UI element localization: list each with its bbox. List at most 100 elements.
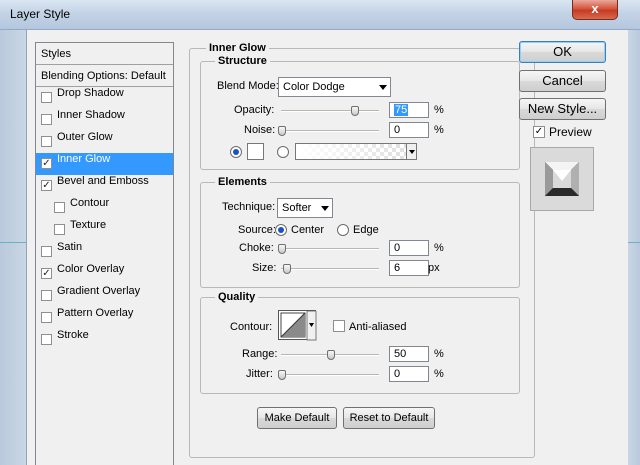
checkmark-icon: ✓ [42, 268, 51, 279]
quality-group: Quality Contour: Anti-aliased Range: 50 [200, 291, 520, 394]
style-item-label: Satin [57, 241, 83, 253]
style-checkbox[interactable]: ✓ [41, 268, 52, 279]
solid-color-radio[interactable] [230, 146, 242, 158]
opacity-unit: % [434, 104, 444, 116]
source-center-label: Center [291, 224, 325, 236]
style-item-label: Drop Shadow [57, 87, 124, 99]
preview-swatch-icon [545, 162, 579, 196]
preview-checkbox[interactable]: ✓ [533, 126, 545, 138]
style-preview-thumbnail [530, 147, 594, 211]
noise-value: 0 [394, 124, 401, 136]
style-item-label: Outer Glow [57, 131, 113, 143]
range-value: 50 [394, 348, 407, 360]
style-item-contour[interactable]: Contour [36, 197, 173, 219]
reset-to-default-button[interactable]: Reset to Default [343, 407, 435, 429]
style-item-pattern-overlay[interactable]: Pattern Overlay [36, 307, 173, 329]
technique-label: Technique: [222, 201, 276, 213]
jitter-slider-thumb[interactable] [278, 370, 286, 380]
ok-button[interactable]: OK [519, 41, 606, 63]
technique-dropdown[interactable]: Softer [277, 198, 333, 218]
style-item-bevel-and-emboss[interactable]: ✓ Bevel and Emboss [36, 175, 173, 197]
source-center-radio[interactable] [275, 224, 287, 236]
opacity-input[interactable]: 75 [389, 102, 429, 118]
style-item-label: Inner Glow [57, 153, 111, 165]
style-checkbox[interactable] [41, 114, 52, 125]
styles-header[interactable]: Styles [36, 43, 173, 65]
style-item-color-overlay[interactable]: ✓ Color Overlay [36, 263, 173, 285]
noise-slider[interactable] [278, 126, 379, 136]
style-checkbox[interactable] [41, 312, 52, 323]
choke-slider[interactable] [278, 244, 379, 254]
size-slider[interactable] [281, 264, 379, 274]
range-unit: % [434, 348, 444, 360]
elements-group: Elements Technique: Softer Source: Cente… [200, 176, 520, 288]
style-checkbox[interactable] [41, 290, 52, 301]
blending-options-item[interactable]: Blending Options: Default [36, 65, 173, 87]
source-label: Source: [238, 224, 276, 236]
style-item-texture[interactable]: Texture [36, 219, 173, 241]
range-input[interactable]: 50 [389, 346, 429, 362]
style-item-gradient-overlay[interactable]: Gradient Overlay [36, 285, 173, 307]
style-item-stroke[interactable]: Stroke [36, 329, 173, 351]
style-checkbox[interactable] [41, 136, 52, 147]
jitter-label: Jitter: [246, 368, 273, 380]
gradient-radio[interactable] [277, 146, 289, 158]
noise-input[interactable]: 0 [389, 122, 429, 138]
gradient-picker[interactable] [295, 143, 417, 160]
checkmark-icon: ✓ [42, 180, 51, 191]
opacity-slider[interactable] [281, 106, 379, 116]
style-item-label: Gradient Overlay [57, 285, 141, 297]
styles-header-label: Styles [41, 48, 71, 60]
noise-slider-thumb[interactable] [278, 126, 286, 136]
close-button[interactable]: x [572, 0, 618, 20]
range-slider[interactable] [281, 350, 379, 360]
contour-picker[interactable] [278, 310, 317, 341]
jitter-input[interactable]: 0 [389, 366, 429, 382]
glow-color-swatch[interactable] [247, 143, 264, 160]
window-title: Layer Style [10, 7, 71, 21]
cancel-button[interactable]: Cancel [519, 70, 606, 92]
style-item-inner-shadow[interactable]: Inner Shadow [36, 109, 173, 131]
make-default-button[interactable]: Make Default [257, 407, 337, 429]
opacity-slider-thumb[interactable] [350, 106, 359, 116]
jitter-slider[interactable] [278, 370, 379, 380]
range-label: Range: [242, 348, 278, 360]
choke-input[interactable]: 0 [389, 240, 429, 256]
contour-curve-icon [280, 310, 317, 341]
style-item-label: Pattern Overlay [57, 307, 134, 319]
range-slider-thumb[interactable] [327, 350, 335, 360]
style-checkbox[interactable] [54, 224, 65, 235]
dialog-body: Styles Blending Options: Default Drop Sh… [26, 30, 628, 465]
anti-aliased-checkbox[interactable] [333, 320, 345, 332]
style-checkbox[interactable] [54, 202, 65, 213]
opacity-label: Opacity: [234, 104, 275, 116]
blend-mode-dropdown[interactable]: Color Dodge [278, 77, 391, 97]
style-item-satin[interactable]: Satin [36, 241, 173, 263]
window-frame-left [0, 30, 26, 465]
quality-title: Quality [215, 291, 259, 303]
title-bar: Layer Style x [0, 0, 640, 30]
style-item-inner-glow[interactable]: ✓ Inner Glow [36, 153, 173, 175]
style-item-outer-glow[interactable]: Outer Glow [36, 131, 173, 153]
size-value: 6 [394, 262, 401, 274]
styles-list: Styles Blending Options: Default Drop Sh… [35, 42, 174, 465]
source-edge-radio[interactable] [337, 224, 349, 236]
style-item-label: Contour [70, 197, 110, 209]
style-checkbox[interactable] [41, 92, 52, 103]
style-checkbox[interactable]: ✓ [41, 180, 52, 191]
size-input[interactable]: 6 [389, 260, 429, 276]
style-checkbox[interactable]: ✓ [41, 158, 52, 169]
style-item-drop-shadow[interactable]: Drop Shadow [36, 87, 173, 109]
technique-value: Softer [282, 202, 312, 214]
elements-title: Elements [215, 176, 270, 188]
noise-unit: % [434, 124, 444, 136]
style-checkbox[interactable] [41, 246, 52, 257]
source-edge-label: Edge [353, 224, 379, 236]
new-style-button[interactable]: New Style... [519, 98, 606, 120]
blend-mode-label: Blend Mode: [217, 80, 279, 92]
choke-slider-thumb[interactable] [278, 244, 286, 254]
chevron-down-icon[interactable] [406, 144, 416, 159]
size-slider-thumb[interactable] [283, 264, 291, 274]
style-checkbox[interactable] [41, 334, 52, 345]
inner-glow-group: Inner Glow Structure Blend Mode: Color D… [189, 42, 535, 458]
